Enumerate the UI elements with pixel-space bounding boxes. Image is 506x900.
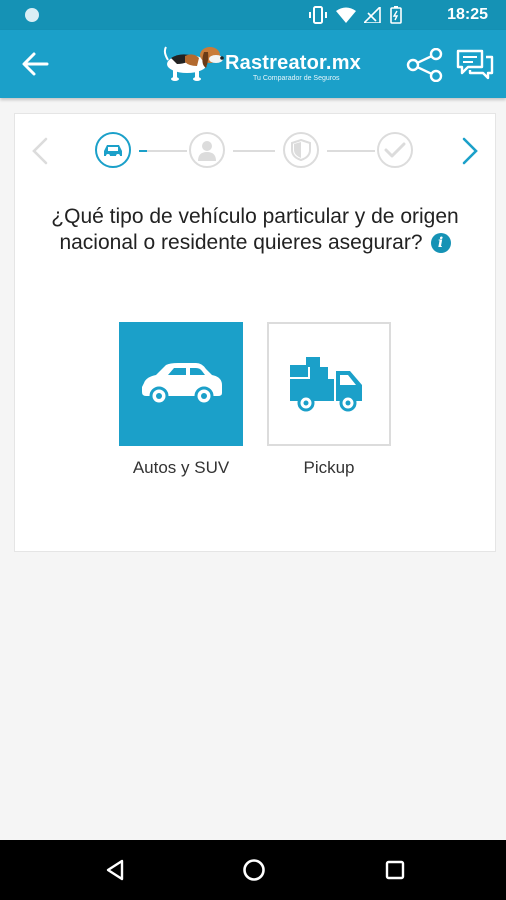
- no-signal-icon: [364, 7, 381, 23]
- basset-hound-logo-icon: [163, 46, 224, 81]
- nav-back-icon[interactable]: [104, 858, 126, 882]
- step-connector: [327, 150, 375, 152]
- car-icon: [104, 145, 122, 158]
- option-label: Pickup: [303, 458, 355, 477]
- option-pickup[interactable]: Pickup: [267, 322, 391, 478]
- notification-dot-icon: [25, 8, 39, 22]
- share-icon[interactable]: [406, 48, 444, 82]
- status-bar: 18:25: [0, 0, 506, 30]
- check-icon: [384, 142, 406, 158]
- nav-recents-icon[interactable]: [384, 858, 406, 882]
- car-icon: [142, 363, 222, 406]
- option-tile[interactable]: [119, 322, 243, 446]
- option-label: Autos y SUV: [132, 458, 230, 477]
- pickup-truck-icon: [290, 357, 362, 412]
- brand-name: Rastreator.mx: [225, 52, 361, 74]
- status-time: 18:25: [447, 6, 488, 23]
- vehicle-type-card: ¿Qué tipo de vehículo particular y de or…: [14, 113, 496, 552]
- step-vehicle[interactable]: [95, 132, 131, 168]
- vibrate-icon: [309, 6, 327, 24]
- nav-home-icon[interactable]: [242, 858, 266, 882]
- system-nav-bar: [0, 840, 506, 900]
- step-connector: [139, 150, 147, 152]
- app-bar: Rastreator.mx Tu Comparador de Seguros: [0, 30, 506, 98]
- wifi-icon: [336, 7, 356, 23]
- back-arrow-icon[interactable]: [20, 50, 50, 78]
- app-logo: Rastreator.mx Tu Comparador de Seguros: [163, 42, 361, 88]
- question-text: ¿Qué tipo de vehículo particular y de or…: [51, 205, 459, 254]
- person-icon: [198, 141, 216, 161]
- step-coverage[interactable]: [283, 132, 319, 168]
- option-tile[interactable]: [267, 322, 391, 446]
- progress-stepper: [15, 132, 495, 172]
- chat-icon[interactable]: [456, 48, 494, 82]
- option-autos-suv[interactable]: Autos y SUV: [119, 322, 243, 478]
- step-connector: [147, 150, 187, 152]
- step-driver[interactable]: [189, 132, 225, 168]
- next-arrow-icon[interactable]: [459, 136, 481, 166]
- question-heading: ¿Qué tipo de vehículo particular y de or…: [45, 204, 465, 256]
- brand-tagline: Tu Comparador de Seguros: [253, 75, 340, 82]
- step-confirm[interactable]: [377, 132, 413, 168]
- step-connector: [233, 150, 275, 152]
- previous-arrow-icon[interactable]: [29, 136, 51, 166]
- battery-charging-icon: [390, 6, 402, 24]
- shield-icon: [291, 139, 311, 161]
- info-icon[interactable]: i: [430, 233, 451, 254]
